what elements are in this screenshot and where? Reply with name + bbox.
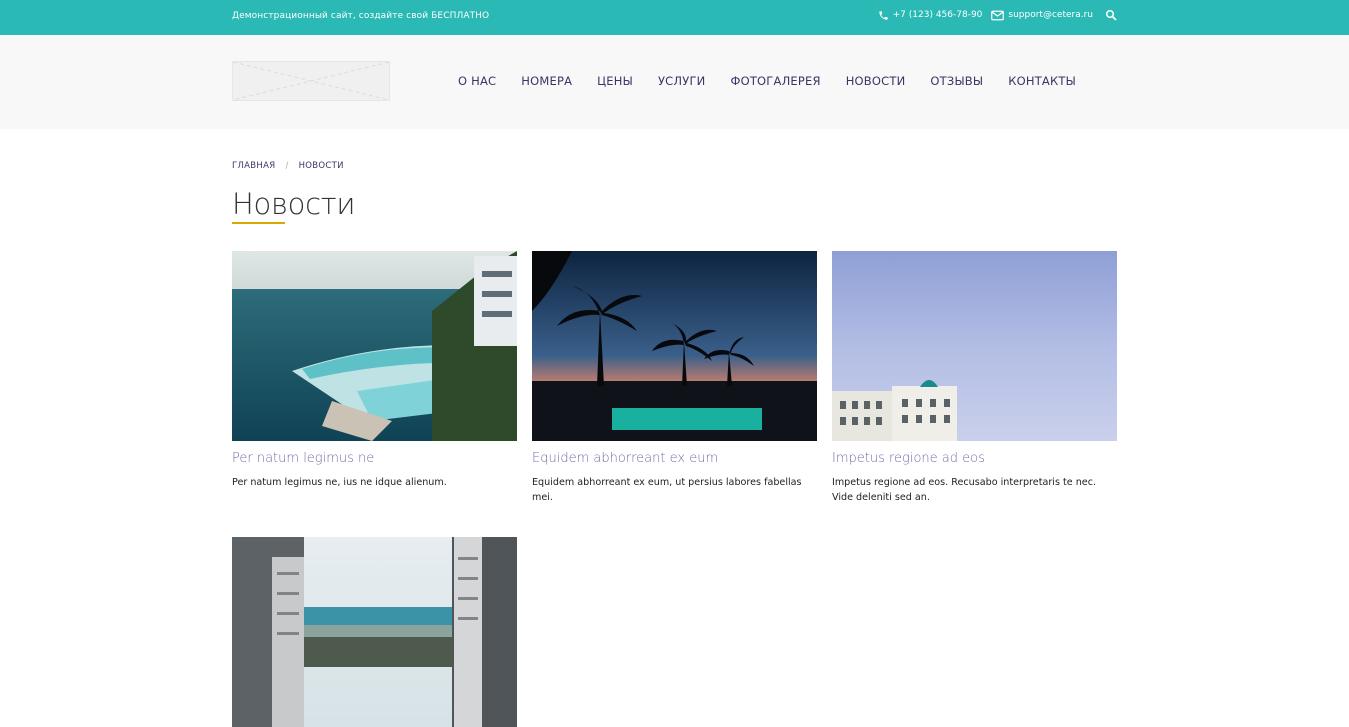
- nav-item-about[interactable]: О НАС: [458, 74, 496, 88]
- news-title[interactable]: Per natum legimus ne: [232, 451, 517, 466]
- search-icon[interactable]: [1105, 9, 1117, 21]
- news-text: Impetus regione ad eos. Recusabo interpr…: [832, 477, 1097, 503]
- page-title: Новости: [232, 187, 356, 221]
- breadcrumb-home[interactable]: ГЛАВНАЯ: [232, 161, 275, 171]
- logo-placeholder[interactable]: [232, 61, 390, 101]
- news-card[interactable]: Impetus regione ad eos Impetus regione a…: [832, 251, 1117, 505]
- nav-item-reviews[interactable]: ОТЗЫВЫ: [930, 74, 983, 88]
- news-image[interactable]: [232, 251, 517, 441]
- news-image[interactable]: [532, 251, 817, 441]
- news-image[interactable]: [832, 251, 1117, 441]
- news-text: Equidem abhorreant ex eum, ut persius la…: [532, 477, 802, 503]
- nav-item-contacts[interactable]: КОНТАКТЫ: [1008, 74, 1076, 88]
- top-bar: Демонстрационный сайт, создайте свой БЕС…: [0, 0, 1349, 35]
- breadcrumb-separator: /: [285, 161, 289, 171]
- promo-text[interactable]: Демонстрационный сайт, создайте свой БЕС…: [232, 11, 489, 21]
- nav-item-rooms[interactable]: НОМЕРА: [521, 74, 572, 88]
- main-nav: О НАС НОМЕРА ЦЕНЫ УСЛУГИ ФОТОГАЛЕРЕЯ НОВ…: [458, 74, 1076, 88]
- news-title[interactable]: Equidem abhorreant ex eum: [532, 451, 817, 466]
- phone-contact[interactable]: +7 (123) 456-78-90: [878, 10, 983, 21]
- email-address: support@cetera.ru: [1008, 10, 1093, 20]
- breadcrumb: ГЛАВНАЯ / НОВОСТИ: [232, 161, 344, 171]
- news-card[interactable]: [232, 537, 517, 727]
- title-underline: [232, 222, 285, 224]
- contacts: +7 (123) 456-78-90 support@cetera.ru: [878, 9, 1117, 21]
- envelope-icon: [991, 10, 1005, 21]
- news-text: Per natum legimus ne, ius ne idque alien…: [232, 477, 447, 488]
- nav-item-prices[interactable]: ЦЕНЫ: [597, 74, 633, 88]
- phone-icon: [878, 10, 889, 21]
- news-title[interactable]: Impetus regione ad eos: [832, 451, 1117, 466]
- news-card[interactable]: Equidem abhorreant ex eum Equidem abhorr…: [532, 251, 817, 505]
- nav-item-gallery[interactable]: ФОТОГАЛЕРЕЯ: [730, 74, 820, 88]
- nav-item-news[interactable]: НОВОСТИ: [846, 74, 906, 88]
- breadcrumb-current[interactable]: НОВОСТИ: [299, 161, 344, 171]
- email-contact[interactable]: support@cetera.ru: [991, 10, 1093, 21]
- news-card[interactable]: Per natum legimus ne Per natum legimus n…: [232, 251, 517, 490]
- phone-number: +7 (123) 456-78-90: [892, 10, 983, 20]
- news-image[interactable]: [232, 537, 517, 727]
- nav-item-services[interactable]: УСЛУГИ: [658, 74, 706, 88]
- header: О НАС НОМЕРА ЦЕНЫ УСЛУГИ ФОТОГАЛЕРЕЯ НОВ…: [0, 35, 1349, 129]
